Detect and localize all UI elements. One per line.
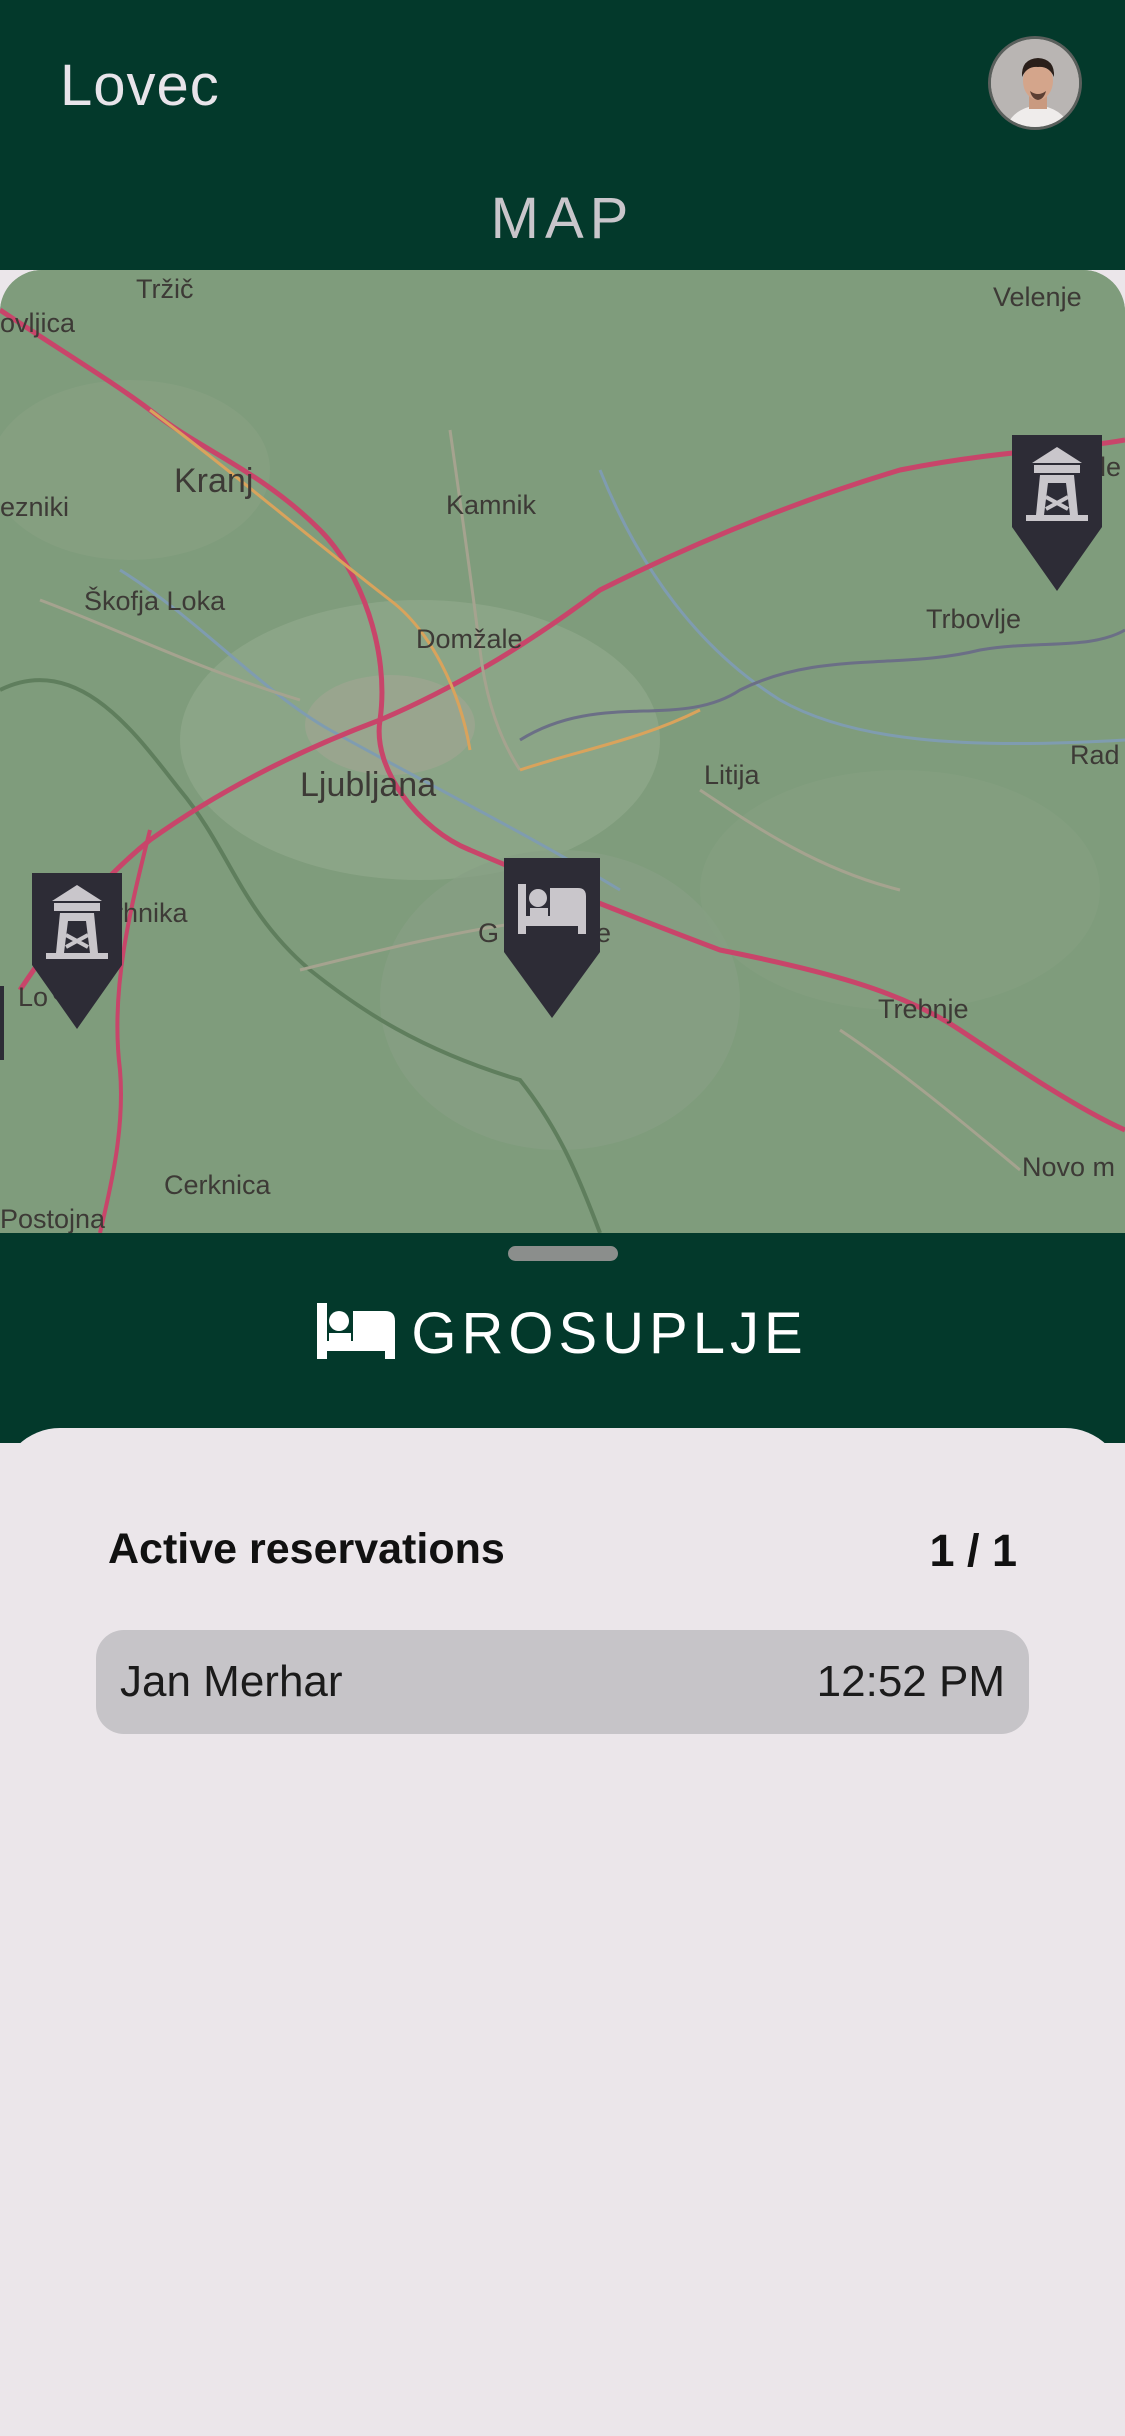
reservation-time: 12:52 PM: [816, 1657, 1005, 1706]
map-label-rhnika: rhnika: [114, 898, 188, 928]
location-title: GROSUPLJE: [411, 1301, 808, 1366]
map-label-le: le: [1100, 452, 1122, 482]
reservation-row[interactable]: Jan Merhar 12:52 PM: [96, 1630, 1029, 1734]
offscreen-marker-edge: [0, 986, 4, 1060]
map-label-ljubljana: Ljubljana: [300, 766, 437, 804]
bed-icon: [317, 1303, 396, 1364]
reservation-name: Jan Merhar: [120, 1657, 343, 1706]
active-reservations-label: Active reservations: [108, 1525, 505, 1573]
map-label-postojna: Postojna: [0, 1204, 106, 1233]
bed-icon: [504, 858, 600, 1018]
map-label-litija: Litija: [704, 760, 760, 790]
map-label-cerknica: Cerknica: [164, 1170, 271, 1200]
map-tiles: [0, 270, 1125, 1233]
location-title-row: GROSUPLJE: [0, 1300, 1125, 1367]
map-label-g: G: [478, 918, 500, 948]
reservation-count: 1 / 1: [929, 1525, 1017, 1576]
screen-title: MAP: [490, 186, 635, 251]
map-label-skofja-loka: Škofja Loka: [84, 586, 226, 616]
map-label-novo-m: Novo m: [1022, 1152, 1116, 1182]
map-label-ovljica: ovljica: [0, 308, 76, 338]
map-label-kranj: Kranj: [174, 462, 254, 500]
map-label-domzale: Domžale: [416, 624, 523, 654]
avatar[interactable]: [988, 36, 1082, 130]
drag-handle[interactable]: [508, 1246, 618, 1261]
app-title: Lovec: [60, 53, 220, 118]
map-label-trebnje: Trebnje: [878, 994, 969, 1024]
tower-icon: [32, 873, 122, 1029]
map-view[interactable]: Tržič Velenje ovljica Kranj Kamnik eznik…: [0, 270, 1125, 1233]
map-label-rad: Rad: [1070, 740, 1120, 770]
map-label-trbovlje: Trbovlje: [926, 604, 1022, 634]
reservations-panel: [0, 1428, 1125, 2436]
map-label-kamnik: Kamnik: [446, 490, 537, 520]
tower-icon: [1012, 435, 1102, 591]
map-label-trzic: Tržič: [136, 274, 194, 304]
map-label-velenje: Velenje: [993, 282, 1082, 312]
map-label-ezniki: ezniki: [0, 492, 70, 522]
